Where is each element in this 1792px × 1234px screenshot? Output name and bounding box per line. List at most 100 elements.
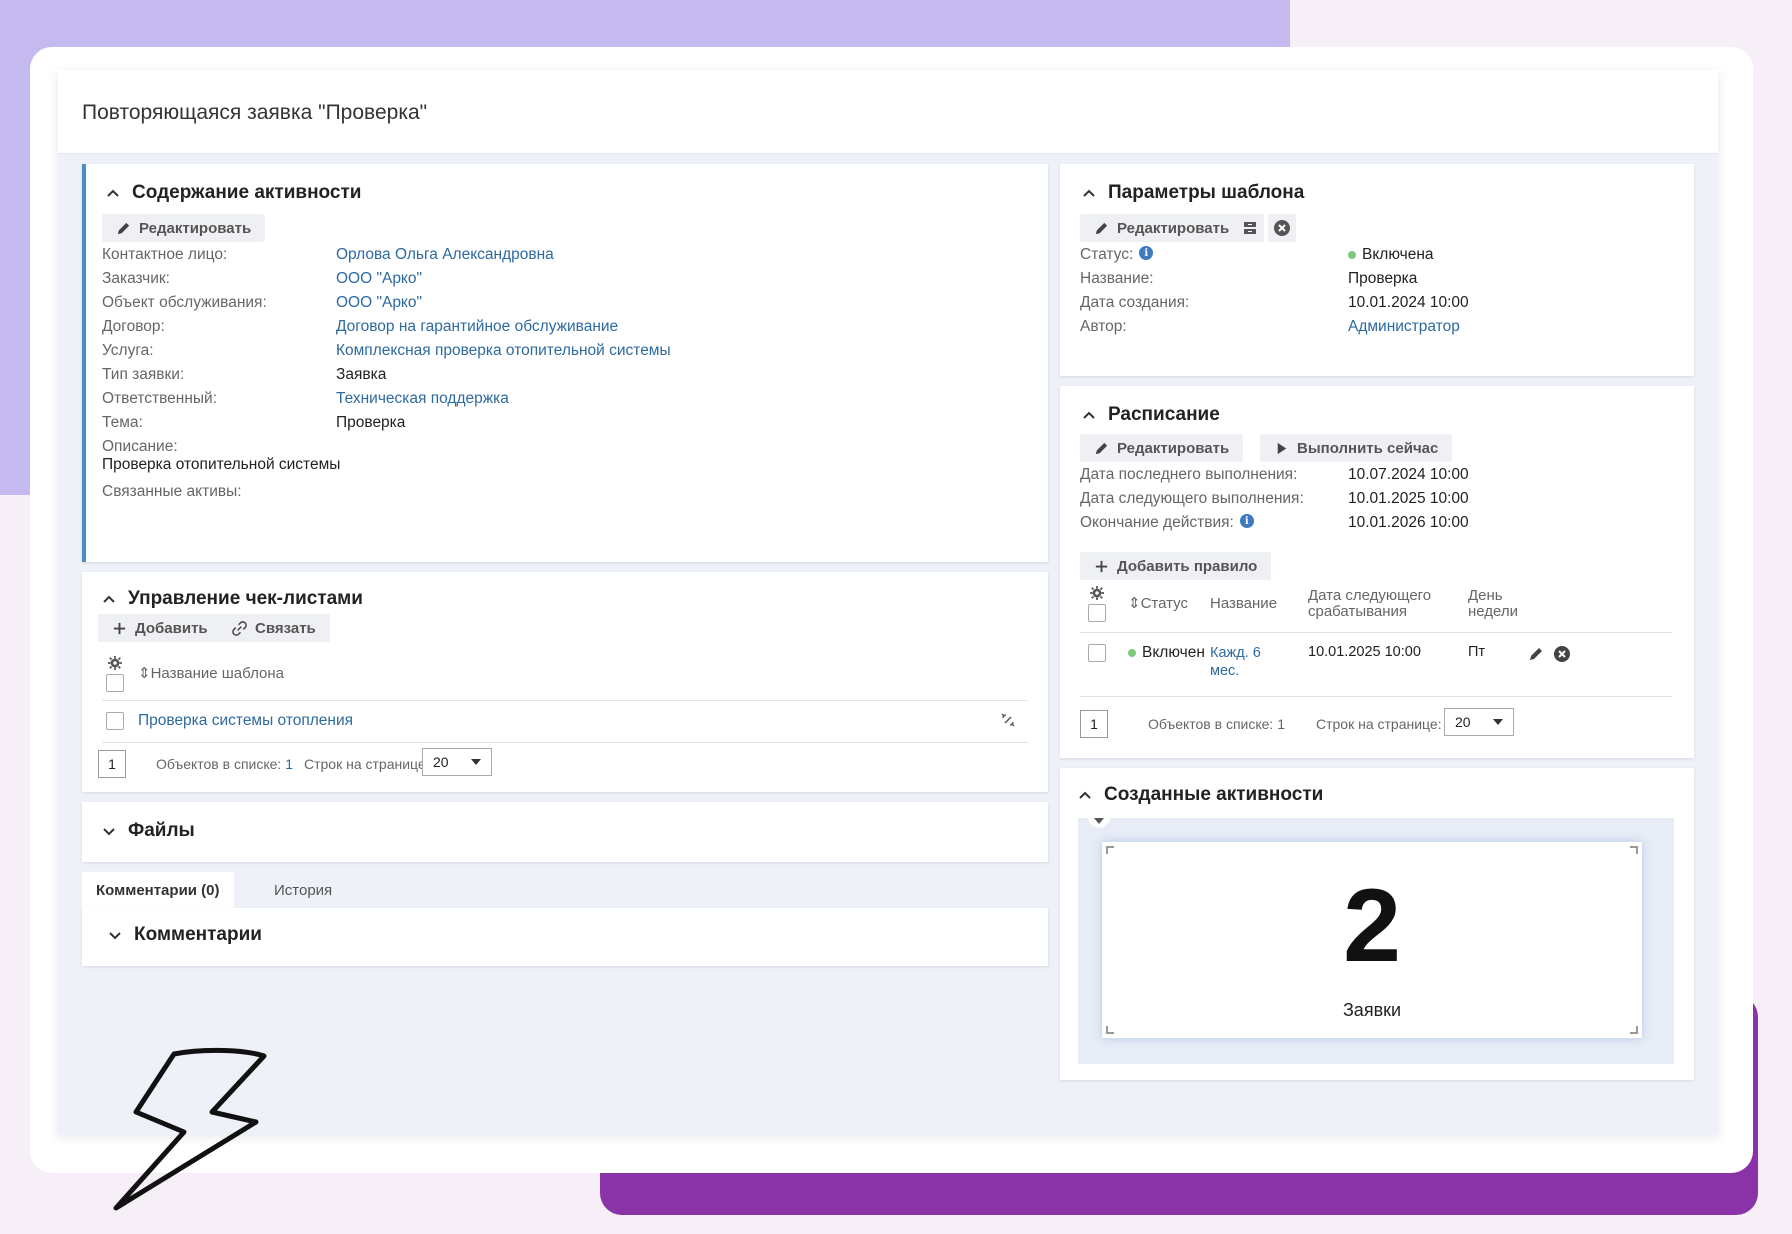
widget-area: 2 Заявки <box>1078 814 1674 1064</box>
rows-per-page-value: 20 <box>433 754 449 770</box>
resize-corner <box>1630 1026 1638 1034</box>
counter-label: Заявки <box>1342 1000 1402 1020</box>
column-label-line: срабатывания <box>1308 603 1408 620</box>
plus-icon <box>113 622 126 634</box>
rule-status-text: Включен <box>1142 644 1205 661</box>
column-status[interactable]: ⇕Статус <box>1128 596 1188 612</box>
unlink-icon[interactable] <box>1000 712 1016 728</box>
status-value-text: Включена <box>1362 246 1434 263</box>
info-icon[interactable]: i <box>1239 514 1254 528</box>
files-section-header[interactable]: Файлы <box>102 820 195 842</box>
tab-history[interactable]: История <box>260 872 346 908</box>
app-window: Повторяющаяся заявка "Проверка" Содержан… <box>58 70 1718 1135</box>
rows-per-page-select[interactable]: 20 <box>422 748 492 776</box>
checklist-link-button[interactable]: Связать <box>218 614 330 642</box>
created-title: Созданные активности <box>1104 784 1324 805</box>
field-customer-value[interactable]: ООО "Арко" <box>336 270 422 288</box>
field-label: Контактное лицо: <box>102 246 228 263</box>
last-run-label: Дата последнего выполнения: <box>1080 466 1298 483</box>
activity-edit-label: Редактировать <box>139 219 252 237</box>
delete-template-button[interactable] <box>1268 214 1296 242</box>
gear-icon[interactable] <box>108 656 122 670</box>
column-label-line: Дата следующего <box>1308 587 1432 604</box>
checklist-add-label: Добавить <box>135 619 208 637</box>
template-section-header[interactable]: Параметры шаблона <box>1082 182 1304 204</box>
files-title: Файлы <box>128 820 195 841</box>
info-icon[interactable]: i <box>1139 246 1154 260</box>
rows-per-page-select[interactable]: 20 <box>1444 708 1514 736</box>
checklists-panel: Управление чек-листами Добавить Связать … <box>82 572 1048 792</box>
select-all-checkbox[interactable] <box>106 674 124 692</box>
resize-corner <box>1106 846 1114 854</box>
schedule-edit-button[interactable]: Редактировать <box>1080 434 1244 462</box>
created-section-header[interactable]: Созданные активности <box>1078 784 1323 806</box>
assets-label: Связанные активы: <box>102 483 242 500</box>
rule-name-link[interactable]: Кажд. 6 мес. <box>1210 644 1261 680</box>
template-edit-button[interactable]: Редактировать <box>1080 214 1244 242</box>
template-created-label: Дата создания: <box>1080 294 1190 311</box>
link-icon <box>232 620 247 636</box>
activity-section-header[interactable]: Содержание активности <box>106 182 361 204</box>
field-service: Услуга: <box>102 342 154 360</box>
add-rule-label: Добавить правило <box>1117 557 1258 575</box>
pagination-page[interactable]: 1 <box>98 750 126 778</box>
chevron-up-icon <box>1079 791 1091 799</box>
checklist-row-name[interactable]: Проверка системы отопления <box>138 712 353 730</box>
field-responsible-value[interactable]: Техническая поддержка <box>336 390 509 408</box>
field-contract-value[interactable]: Договор на гарантийное обслуживание <box>336 318 618 336</box>
field-object: Объект обслуживания: <box>102 294 267 312</box>
archive-button[interactable] <box>1236 214 1264 242</box>
column-weekday[interactable]: День недели <box>1468 588 1518 620</box>
checklist-add-button[interactable]: Добавить <box>98 614 222 642</box>
checklists-section-header[interactable]: Управление чек-листами <box>102 588 363 610</box>
divider <box>1080 696 1672 697</box>
rule-row-checkbox[interactable] <box>1088 644 1106 662</box>
template-status-value: Включена <box>1348 246 1434 264</box>
run-now-button[interactable]: Выполнить сейчас <box>1260 434 1453 462</box>
add-rule-button[interactable]: Добавить правило <box>1080 552 1272 580</box>
lightning-bolt-icon <box>113 1047 267 1211</box>
activity-panel: Содержание активности Редактировать Конт… <box>82 164 1048 562</box>
comments-section-header[interactable]: Комментарии <box>108 924 262 946</box>
plus-icon <box>1095 560 1108 572</box>
activity-edit-button[interactable]: Редактировать <box>102 214 266 242</box>
column-template-name[interactable]: ⇕Название шаблона <box>138 666 284 682</box>
rule-next-date: 10.01.2025 10:00 <box>1308 644 1421 660</box>
chevron-up-icon <box>1083 189 1095 197</box>
counter-value: 2 <box>1343 868 1401 984</box>
select-all-rules-checkbox[interactable] <box>1088 604 1106 622</box>
counter-tile[interactable]: 2 Заявки <box>1102 842 1642 1038</box>
schedule-edit-label: Редактировать <box>1117 439 1230 457</box>
field-object-value[interactable]: ООО "Арко" <box>336 294 422 312</box>
template-panel: Параметры шаблона Редактировать Статус: … <box>1060 164 1694 376</box>
comments-title: Комментарии <box>134 924 262 945</box>
close-circle-icon[interactable] <box>1554 646 1570 662</box>
row-checkbox[interactable] <box>106 712 124 730</box>
field-label: Тема: <box>102 414 143 431</box>
last-run-value: 10.07.2024 10:00 <box>1348 466 1469 483</box>
field-service-value[interactable]: Комплексная проверка отопительной систем… <box>336 342 671 360</box>
chevron-down-icon <box>103 828 115 836</box>
tab-comments[interactable]: Комментарии (0) <box>82 872 234 908</box>
column-next-trigger[interactable]: Дата следующего срабатывания <box>1308 588 1431 620</box>
comments-panel: Комментарии <box>82 908 1048 966</box>
activity-title: Содержание активности <box>132 182 362 203</box>
schedule-section-header[interactable]: Расписание <box>1082 404 1220 426</box>
chevron-up-icon <box>103 595 115 603</box>
column-name[interactable]: Название <box>1210 596 1277 612</box>
field-request-type: Тип заявки: <box>102 366 184 384</box>
status-label-text: Статус: <box>1080 246 1134 263</box>
play-icon <box>1277 442 1287 454</box>
pagination-page[interactable]: 1 <box>1080 710 1108 738</box>
field-customer: Заказчик: <box>102 270 170 288</box>
widget-toggle[interactable] <box>1088 814 1110 828</box>
pencil-icon[interactable] <box>1528 646 1544 662</box>
rule-name-line: мес. <box>1210 663 1240 679</box>
field-contact-value[interactable]: Орлова Ольга Александровна <box>336 246 554 264</box>
schedule-title: Расписание <box>1108 404 1220 425</box>
field-request-type-value: Заявка <box>336 366 387 383</box>
template-author-value[interactable]: Администратор <box>1348 318 1460 336</box>
gear-icon[interactable] <box>1090 586 1104 600</box>
field-label: Тип заявки: <box>102 366 185 383</box>
checklist-link-label: Связать <box>255 619 316 637</box>
